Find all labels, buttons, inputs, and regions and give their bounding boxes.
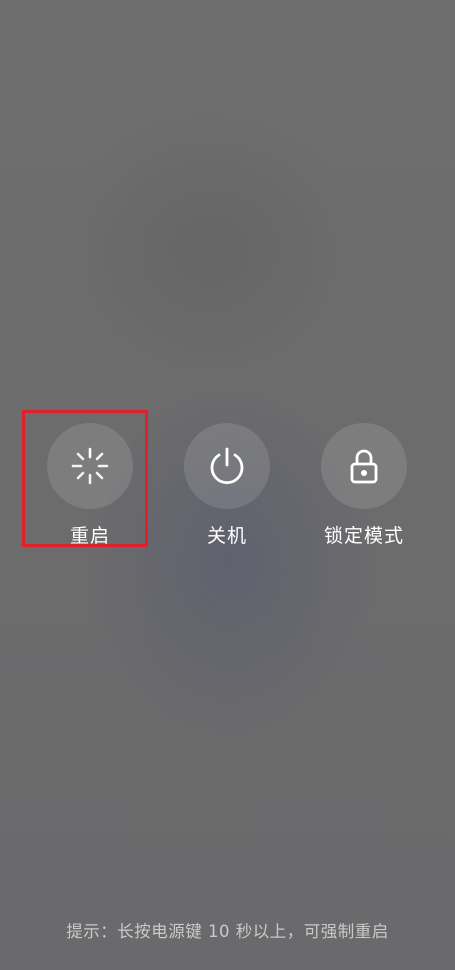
shutdown-button[interactable] bbox=[184, 423, 270, 509]
lockdown-label: 锁定模式 bbox=[323, 525, 404, 547]
lockdown-option[interactable]: 锁定模式 bbox=[309, 423, 419, 553]
shutdown-option[interactable]: 关机 bbox=[172, 423, 282, 553]
power-menu: 重启 关机 锁定模式 bbox=[0, 423, 455, 553]
force-restart-hint: 提示：长按电源键 10 秒以上，可强制重启 bbox=[66, 922, 389, 941]
restart-spinner-icon bbox=[71, 447, 109, 485]
lock-icon bbox=[350, 449, 378, 484]
power-icon bbox=[210, 447, 244, 485]
restart-label: 重启 bbox=[69, 525, 110, 547]
lockdown-button[interactable] bbox=[321, 423, 407, 509]
restart-button[interactable] bbox=[47, 423, 133, 509]
restart-option[interactable]: 重启 bbox=[35, 423, 145, 553]
shutdown-label: 关机 bbox=[206, 525, 247, 547]
